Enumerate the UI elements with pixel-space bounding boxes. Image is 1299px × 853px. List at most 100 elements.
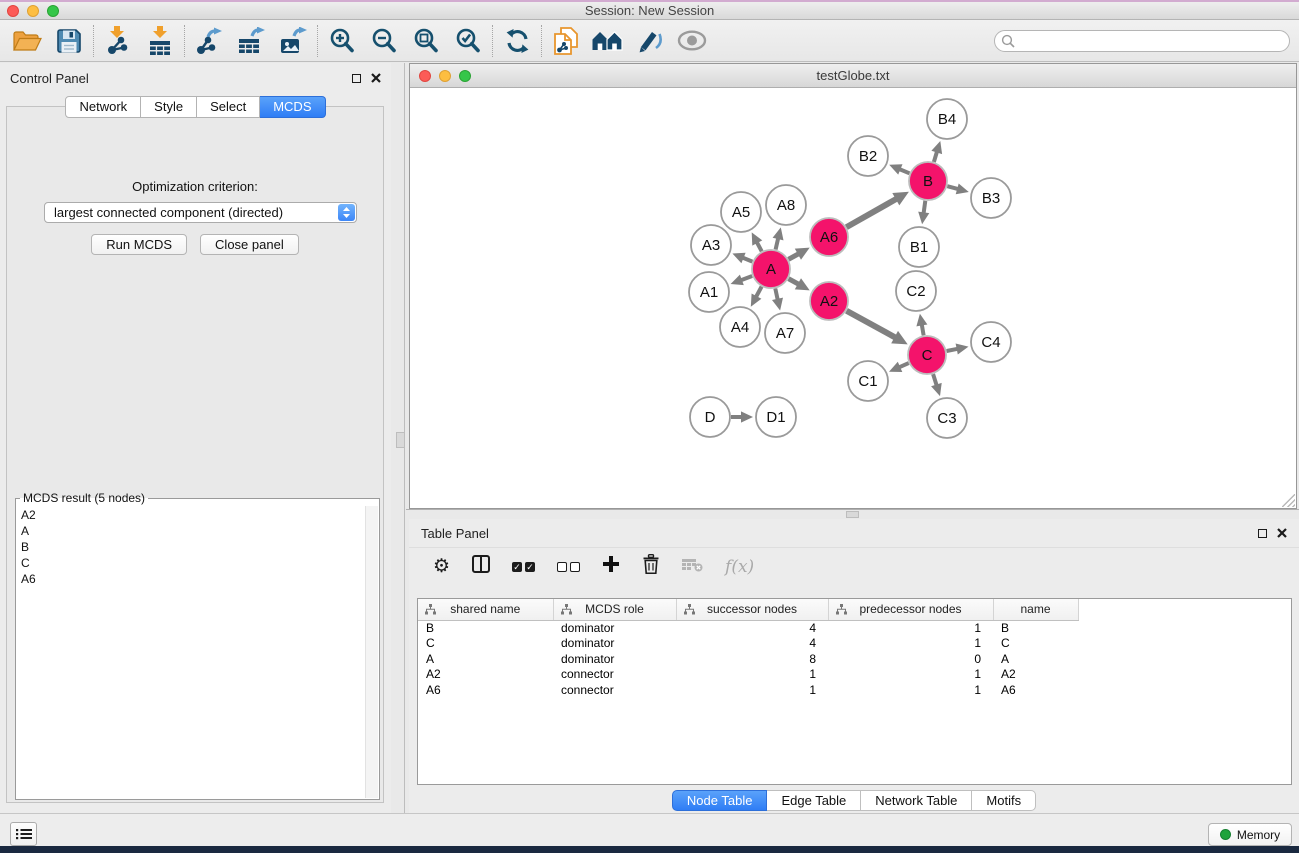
table-cell[interactable]: connector: [553, 682, 676, 698]
table-cell[interactable]: dominator: [553, 620, 676, 636]
mcds-result-item[interactable]: A6: [21, 571, 363, 587]
graph-edge[interactable]: [847, 311, 896, 338]
graph-edge[interactable]: [933, 374, 937, 386]
graph-edge[interactable]: [947, 186, 958, 189]
table-row[interactable]: A6connector11A6: [418, 682, 1291, 698]
graph-edge[interactable]: [922, 325, 924, 336]
zoom-fit-button[interactable]: [405, 23, 447, 59]
mcds-result-item[interactable]: C: [21, 555, 363, 571]
run-mcds-button[interactable]: Run MCDS: [91, 234, 187, 255]
network-canvas[interactable]: B4B2BB3A8A5A6A3B1AC2A1A2A4A7C4CC1DC3D1: [410, 88, 1296, 508]
table-row[interactable]: Bdominator41B: [418, 620, 1291, 636]
refresh-layout-button[interactable]: [496, 23, 538, 59]
memory-button[interactable]: Memory: [1208, 823, 1292, 846]
graph-edge[interactable]: [756, 287, 762, 297]
network-window-titlebar[interactable]: testGlobe.txt: [410, 64, 1296, 88]
network-canvas-svg[interactable]: B4B2BB3A8A5A6A3B1AC2A1A2A4A7C4CC1DC3D1: [410, 88, 1296, 508]
table-cell[interactable]: B: [993, 620, 1078, 636]
delete-table-button[interactable]: [682, 557, 703, 577]
select-all-button[interactable]: ✓ ✓: [512, 562, 535, 572]
float-panel-icon[interactable]: [1258, 529, 1267, 538]
show-column-button[interactable]: [472, 555, 490, 578]
unselect-all-button[interactable]: [557, 562, 580, 572]
table-cell[interactable]: C: [993, 636, 1078, 652]
annotation-button[interactable]: [629, 23, 671, 59]
column-header-successor-nodes[interactable]: successor nodes: [676, 599, 828, 620]
graph-edge[interactable]: [757, 242, 762, 251]
add-row-button[interactable]: [602, 555, 620, 578]
graph-edge[interactable]: [924, 201, 926, 214]
table-row[interactable]: A2connector11A2: [418, 667, 1291, 683]
table-row[interactable]: Cdominator41C: [418, 636, 1291, 652]
horizontal-splitter-handle[interactable]: [846, 511, 859, 518]
zoom-out-button[interactable]: [363, 23, 405, 59]
close-panel-icon[interactable]: [371, 73, 381, 83]
tab-mcds[interactable]: MCDS: [260, 96, 325, 118]
table-cell[interactable]: 1: [676, 667, 828, 683]
table-cell[interactable]: A: [993, 651, 1078, 667]
criterion-dropdown[interactable]: largest connected component (directed): [44, 202, 357, 223]
mcds-result-item[interactable]: A2: [21, 507, 363, 523]
table-cell[interactable]: dominator: [553, 636, 676, 652]
open-session-button[interactable]: [6, 23, 48, 59]
table-cell[interactable]: connector: [553, 667, 676, 683]
graph-edge[interactable]: [789, 254, 799, 260]
graph-edge[interactable]: [776, 238, 779, 249]
table-cell[interactable]: A6: [418, 682, 553, 698]
table-cell[interactable]: 1: [828, 682, 993, 698]
zoom-selected-button[interactable]: [447, 23, 489, 59]
horizontal-splitter[interactable]: [406, 509, 1299, 510]
export-network-button[interactable]: [188, 23, 230, 59]
graph-edge[interactable]: [899, 169, 909, 173]
close-panel-icon[interactable]: [1277, 528, 1287, 538]
graph-edge[interactable]: [934, 152, 937, 162]
table-cell[interactable]: dominator: [553, 651, 676, 667]
graph-edge[interactable]: [899, 363, 909, 367]
tab-node-table[interactable]: Node Table: [672, 790, 768, 811]
table-cell[interactable]: A2: [993, 667, 1078, 683]
column-header-shared-name[interactable]: shared name: [418, 599, 553, 620]
import-table-button[interactable]: [139, 23, 181, 59]
export-image-button[interactable]: [272, 23, 314, 59]
zoom-in-button[interactable]: [321, 23, 363, 59]
table-row[interactable]: Adominator80A: [418, 651, 1291, 667]
tab-edge-table[interactable]: Edge Table: [767, 790, 861, 811]
table-cell[interactable]: 1: [828, 667, 993, 683]
import-network-button[interactable]: [97, 23, 139, 59]
graph-edge[interactable]: [846, 199, 896, 228]
table-cell[interactable]: 0: [828, 651, 993, 667]
tab-motifs[interactable]: Motifs: [972, 790, 1036, 811]
graph-edge[interactable]: [741, 276, 752, 280]
graph-edge[interactable]: [947, 349, 958, 351]
tab-select[interactable]: Select: [197, 96, 260, 118]
table-cell[interactable]: 1: [676, 682, 828, 698]
table-cell[interactable]: 4: [676, 636, 828, 652]
table-cell[interactable]: C: [418, 636, 553, 652]
first-neighbors-button[interactable]: [587, 23, 629, 59]
vertical-splitter-handle[interactable]: [396, 432, 405, 448]
graph-edge[interactable]: [743, 258, 753, 262]
mcds-result-item[interactable]: B: [21, 539, 363, 555]
result-scrollbar[interactable]: [365, 506, 378, 798]
mcds-result-item[interactable]: A: [21, 523, 363, 539]
tab-network[interactable]: Network: [65, 96, 141, 118]
save-session-button[interactable]: [48, 23, 90, 59]
table-cell[interactable]: B: [418, 620, 553, 636]
window-resize-grip[interactable]: [1282, 494, 1295, 507]
table-cell[interactable]: A6: [993, 682, 1078, 698]
new-network-from-selection-button[interactable]: [545, 23, 587, 59]
tab-network-table[interactable]: Network Table: [861, 790, 972, 811]
graph-edge[interactable]: [775, 289, 777, 300]
graph-edge[interactable]: [789, 279, 799, 285]
show-hide-button[interactable]: [671, 23, 713, 59]
column-header-name[interactable]: name: [993, 599, 1078, 620]
search-input[interactable]: [994, 30, 1290, 52]
main-window-titlebar[interactable]: Session: New Session: [0, 0, 1299, 20]
table-cell[interactable]: 8: [676, 651, 828, 667]
column-header-mcds-role[interactable]: MCDS role: [553, 599, 676, 620]
table-settings-button[interactable]: ⚙: [433, 557, 450, 576]
table-cell[interactable]: 1: [828, 620, 993, 636]
float-panel-icon[interactable]: [352, 74, 361, 83]
column-header-predecessor-nodes[interactable]: predecessor nodes: [828, 599, 993, 620]
task-history-button[interactable]: [10, 822, 37, 846]
